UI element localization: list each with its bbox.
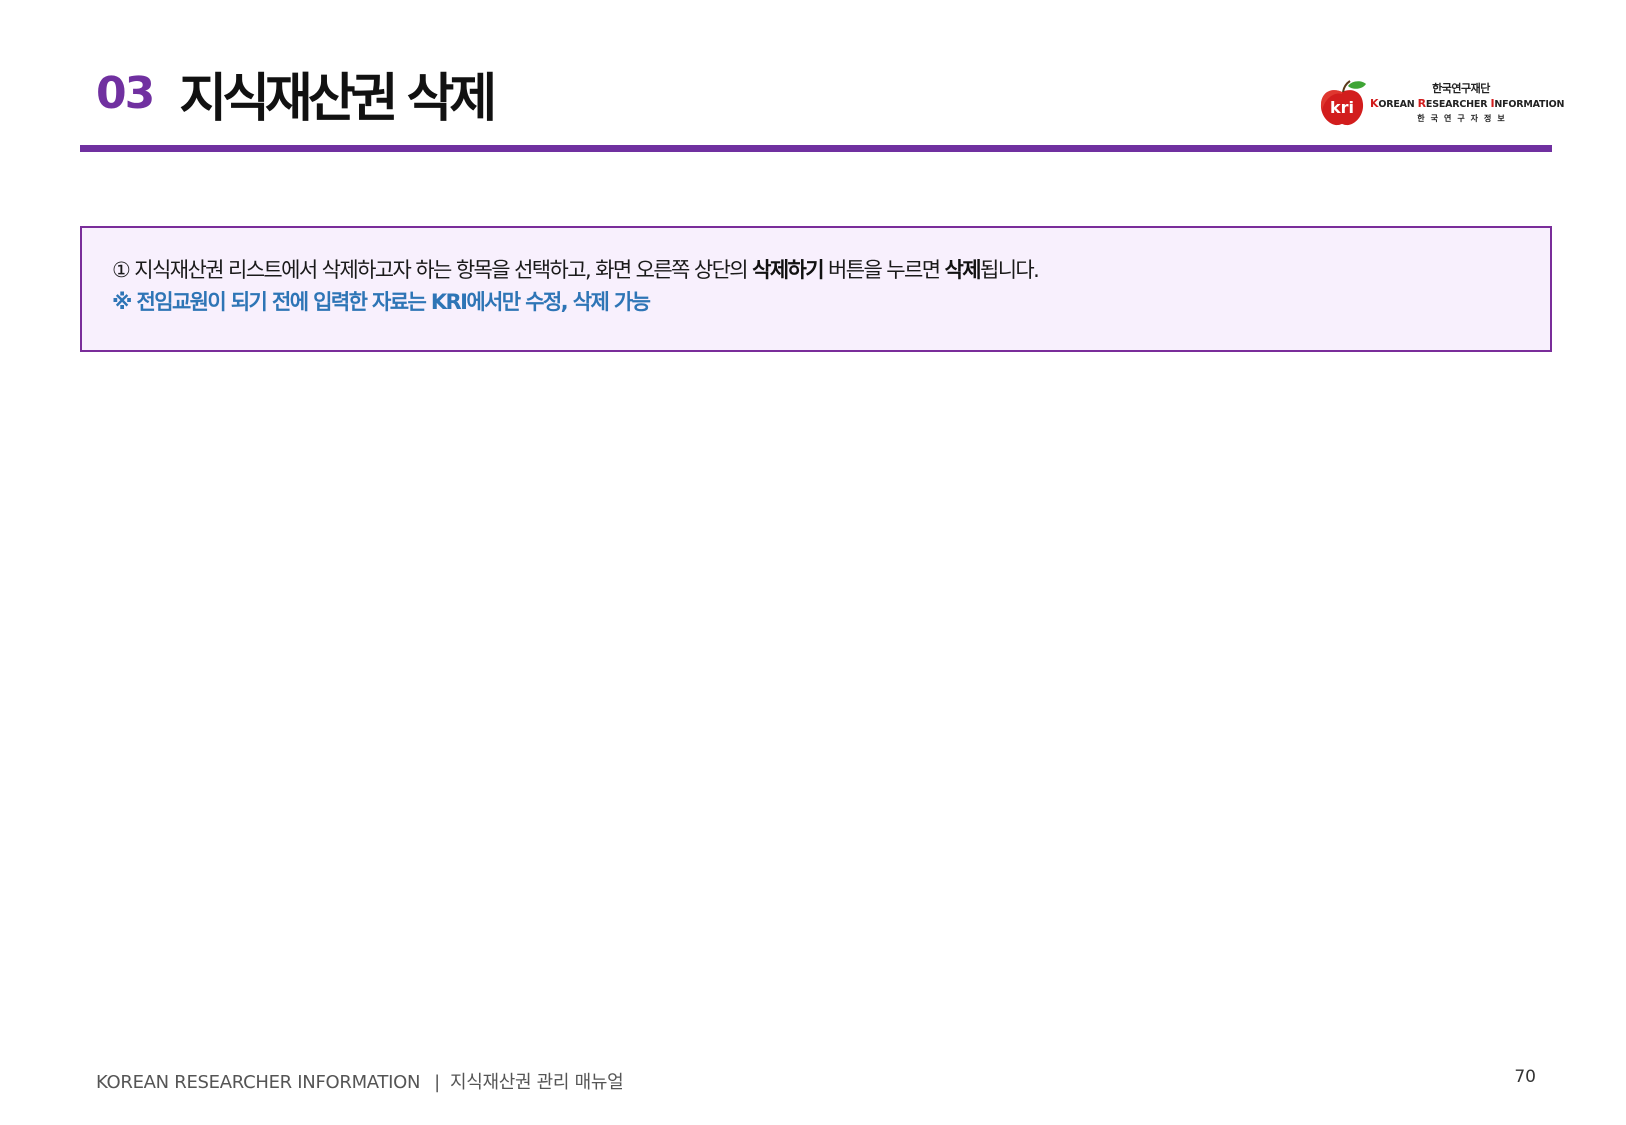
footer-separator: | — [434, 1072, 440, 1093]
footer: KOREAN RESEARCHER INFORMATION | 지식재산권 관리 매… — [96, 1068, 624, 1094]
footer-brand: KOREAN RESEARCHER INFORMATION — [96, 1072, 421, 1093]
title-divider — [80, 145, 1552, 152]
instruction-note: ※ 전임교원이 되기 전에 입력한 자료는 KRI에서만 수정, 삭제 가능 — [112, 290, 651, 314]
instruction-step-1: ① 지식재산권 리스트에서 삭제하고자 하는 항목을 선택하고, 화면 오른쪽 … — [112, 258, 1040, 282]
product-name-en: KOREAN RESEARCHER INFORMATION — [1370, 97, 1565, 110]
product-name-ko: 한국연구자정보 — [1417, 114, 1511, 123]
footer-manual-title: 지식재산권 관리 매뉴얼 — [449, 1072, 624, 1093]
page-title: 지식재산권 삭제 — [179, 68, 497, 129]
logo-mark-text: kri — [1330, 98, 1354, 117]
section-number: 03 — [96, 67, 155, 119]
page-number: 70 — [1514, 1067, 1536, 1087]
apple-logo-icon: kri — [1320, 80, 1366, 126]
page-header: 03 지식재산권 삭제 — [96, 58, 497, 129]
instruction-box: ① 지식재산권 리스트에서 삭제하고자 하는 항목을 선택하고, 화면 오른쪽 … — [80, 226, 1552, 352]
delete-button-reference: 삭제하기 — [752, 258, 824, 282]
org-name: 한국연구재단 — [1432, 82, 1490, 95]
kri-logo: kri 한국연구재단 KOREAN RESEARCHER INFORMATION… — [1318, 80, 1565, 128]
